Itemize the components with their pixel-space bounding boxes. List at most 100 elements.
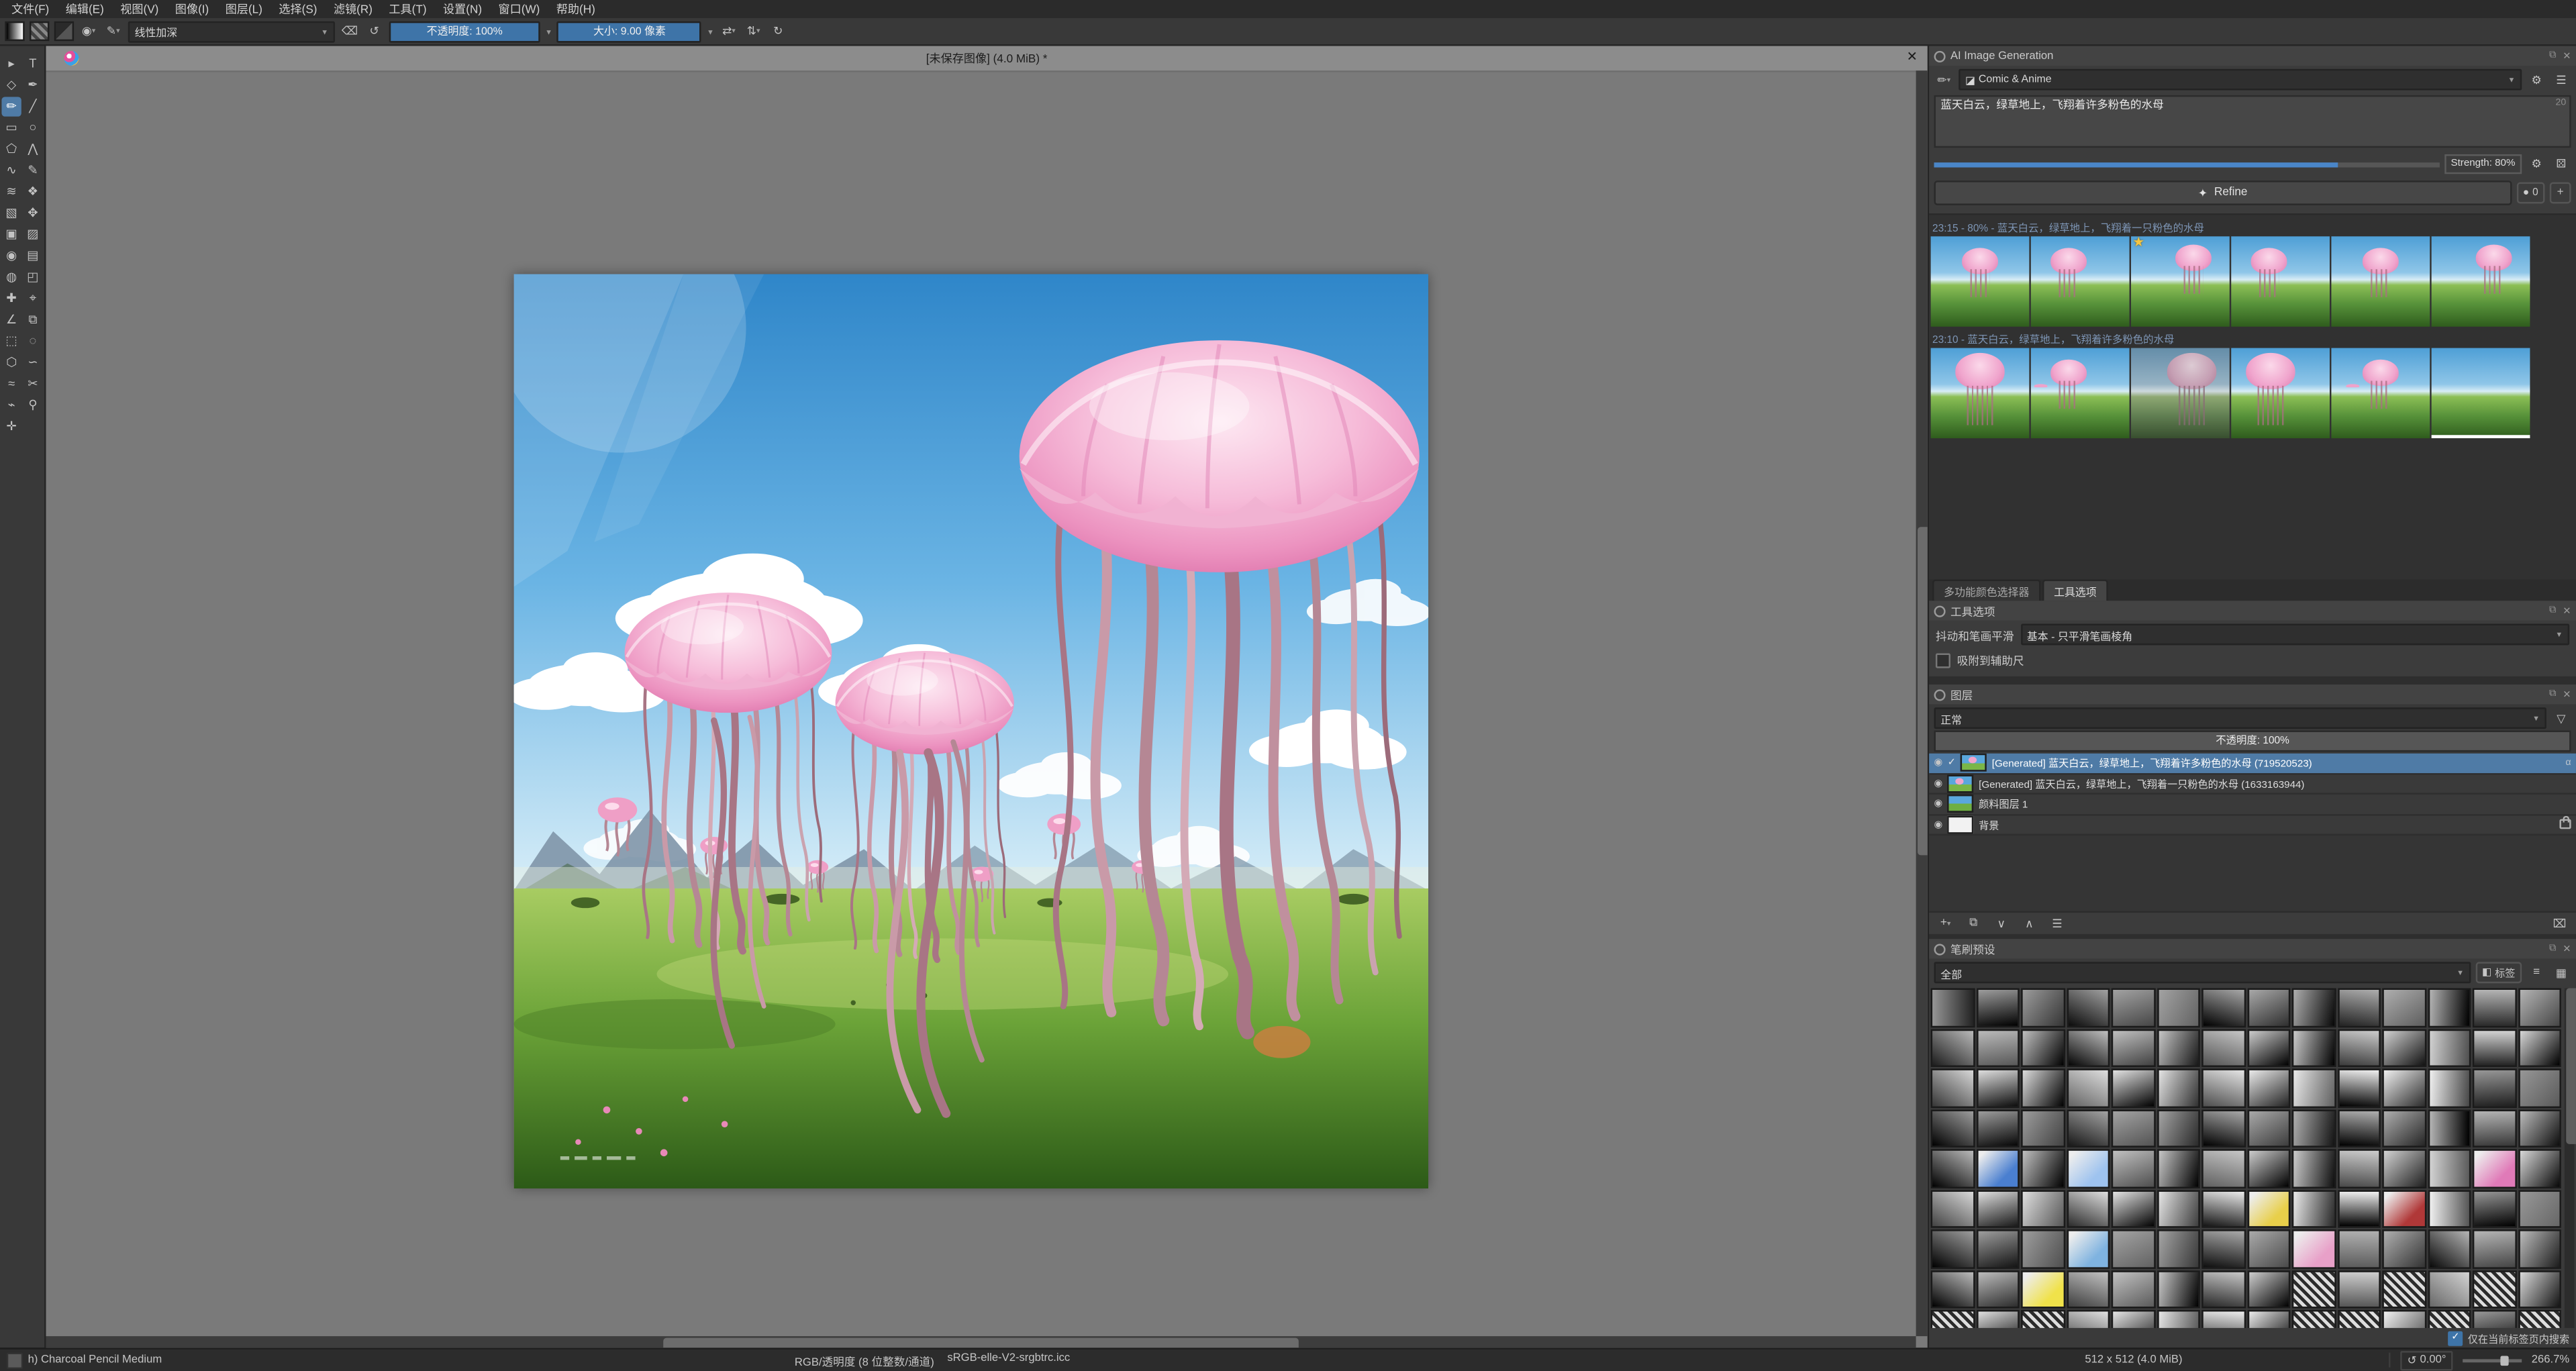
- brush-preset-thumbnail[interactable]: [2337, 1270, 2381, 1309]
- brush-preset-thumbnail[interactable]: [2472, 1270, 2516, 1309]
- brush-preset-thumbnail[interactable]: [2246, 1149, 2291, 1188]
- brush-preset-thumbnail[interactable]: [2427, 1270, 2471, 1309]
- reference-images-tool-icon[interactable]: ⧉: [23, 310, 42, 329]
- brush-preset-thumbnail[interactable]: [2111, 988, 2155, 1027]
- calligraphy-tool-icon[interactable]: ✒: [23, 76, 42, 95]
- history-thumbnail[interactable]: [2231, 236, 2330, 327]
- brush-preset-thumbnail[interactable]: [2246, 1109, 2291, 1148]
- transform-tool-icon[interactable]: ▧: [1, 203, 21, 223]
- visibility-eye-icon[interactable]: ◉: [1934, 778, 1943, 789]
- brush-editor-icon[interactable]: ✎ ▾: [103, 22, 123, 40]
- history-thumbnail[interactable]: [1930, 236, 2030, 327]
- brush-preset-thumbnail[interactable]: [2427, 1189, 2471, 1228]
- brush-size-slider[interactable]: 大小: 9.00 像素: [557, 20, 702, 42]
- text-tool-icon[interactable]: T: [23, 54, 42, 74]
- brush-preset-thumbnail[interactable]: [2382, 988, 2426, 1027]
- close-icon[interactable]: ✕: [1907, 49, 1918, 64]
- mirror-horizontal-icon[interactable]: ⇄ ▾: [719, 22, 738, 40]
- docker-tab-color-selector[interactable]: 多功能颜色选择器: [1932, 579, 2041, 601]
- add-layer-button[interactable]: + ▾: [1936, 914, 1955, 932]
- brush-preset-thumbnail[interactable]: [2518, 1068, 2561, 1107]
- ai-docker-header[interactable]: AI Image Generation ⧉ ✕: [1929, 46, 2576, 66]
- brush-preset-thumbnail[interactable]: [2021, 1270, 2065, 1309]
- brush-preset-thumbnail[interactable]: [2337, 1068, 2381, 1107]
- brush-preset-thumbnail[interactable]: [2472, 1229, 2516, 1268]
- bezier-selection-tool-icon[interactable]: ✂: [23, 374, 42, 394]
- brush-preset-thumbnail[interactable]: [2021, 988, 2065, 1027]
- history-thumbnail[interactable]: [2030, 236, 2130, 327]
- canvas-area[interactable]: [未保存图像] (4.0 MiB) * ✕: [46, 46, 1928, 1348]
- brush-preset-thumbnail[interactable]: [2291, 1028, 2336, 1067]
- brush-preset-thumbnail[interactable]: [2337, 1109, 2381, 1148]
- brush-preset-thumbnail[interactable]: [2382, 1270, 2426, 1309]
- brush-preset-thumbnail[interactable]: [2201, 1068, 2246, 1107]
- menu-item-edit[interactable]: 编辑(E): [57, 1, 112, 17]
- smart-patch-tool-icon[interactable]: ✚: [1, 289, 21, 309]
- color-sampler-tool-icon[interactable]: ◉: [1, 246, 21, 266]
- layer-filter-funnel-icon[interactable]: ▽: [2551, 709, 2571, 727]
- polyline-tool-icon[interactable]: ⋀: [23, 140, 42, 159]
- gradient-chooser-icon[interactable]: [5, 21, 25, 42]
- brush-preset-thumbnail[interactable]: [2111, 1229, 2155, 1268]
- menu-item-image[interactable]: 图像(I): [167, 1, 217, 17]
- history-thumbnail[interactable]: [1930, 348, 2030, 439]
- line-tool-icon[interactable]: ╱: [23, 97, 42, 116]
- brush-preset-thumbnail[interactable]: [2427, 1309, 2471, 1328]
- float-docker-icon[interactable]: ⧉: [2549, 50, 2557, 62]
- strength-slider[interactable]: [1934, 161, 2440, 167]
- history-thumbnail[interactable]: [2431, 236, 2530, 327]
- bezier-curve-tool-icon[interactable]: ∿: [1, 161, 21, 181]
- move-layer-up-button[interactable]: ∧: [2020, 914, 2039, 932]
- tool-options-header[interactable]: 工具选项 ⧉ ✕: [1929, 601, 2576, 621]
- brush-preset-thumbnail[interactable]: [2427, 1109, 2471, 1148]
- list-view-icon[interactable]: ≡: [2527, 964, 2546, 982]
- brush-preset-thumbnail[interactable]: [2472, 1149, 2516, 1188]
- brush-preset-thumbnail[interactable]: [2021, 1149, 2065, 1188]
- elliptical-selection-tool-icon[interactable]: ◌: [23, 332, 42, 351]
- canvas-horizontal-scrollbar[interactable]: [46, 1336, 1916, 1348]
- brush-preset-thumbnail[interactable]: [2337, 1149, 2381, 1188]
- brush-preset-thumbnail[interactable]: [2472, 1028, 2516, 1067]
- brush-preset-thumbnail[interactable]: [1930, 1270, 1975, 1309]
- brush-preset-thumbnail[interactable]: [2337, 1229, 2381, 1268]
- brush-preset-thumbnail[interactable]: [2518, 1149, 2561, 1188]
- brush-preset-thumbnail[interactable]: [1975, 1229, 2020, 1268]
- canvas-image[interactable]: [513, 274, 1429, 1188]
- move-tool-icon[interactable]: ✥: [23, 203, 42, 223]
- layer-row-generated-many[interactable]: ◉ ✓ [Generated] 蓝天白云，绿草地上，飞翔着许多粉色的水母 (7195…: [1929, 753, 2576, 774]
- move-layer-down-button[interactable]: ∨: [1991, 914, 2011, 932]
- brush-preset-chooser-icon[interactable]: ◉ ▾: [79, 22, 98, 40]
- brush-preset-thumbnail[interactable]: [2021, 1189, 2065, 1228]
- close-icon[interactable]: ✕: [2563, 943, 2571, 955]
- multibrush-tool-icon[interactable]: ❖: [23, 183, 42, 202]
- close-icon[interactable]: ✕: [2563, 689, 2571, 701]
- brush-preset-thumbnail[interactable]: [2201, 988, 2246, 1027]
- menu-item-file[interactable]: 文件(F): [3, 1, 58, 17]
- brush-preset-thumbnail[interactable]: [2382, 1229, 2426, 1268]
- docker-tab-tool-options[interactable]: 工具选项: [2042, 579, 2108, 601]
- freehand-brush-tool-icon[interactable]: ✏: [1, 97, 21, 117]
- brush-preset-thumbnail[interactable]: [2337, 988, 2381, 1027]
- brush-preset-thumbnail[interactable]: [2291, 1270, 2336, 1309]
- history-thumbnail[interactable]: ★: [2131, 236, 2230, 327]
- brush-preset-thumbnail[interactable]: [2518, 1270, 2561, 1309]
- brush-preset-thumbnail[interactable]: [2427, 1028, 2471, 1067]
- brush-preset-thumbnail[interactable]: [2382, 1028, 2426, 1067]
- brush-preset-thumbnail[interactable]: [2201, 1028, 2246, 1067]
- layer-row-paint-layer-1[interactable]: ◉ 颜料图层 1: [1929, 794, 2576, 815]
- layer-row-generated-one[interactable]: ◉ [Generated] 蓝天白云，绿草地上，飞翔着一只粉色的水母 (16331…: [1929, 774, 2576, 795]
- queue-count-badge[interactable]: ● 0: [2516, 182, 2545, 204]
- brush-preset-thumbnail[interactable]: [2066, 1149, 2110, 1188]
- reload-preset-icon[interactable]: ↺: [364, 22, 384, 40]
- history-thumbnail[interactable]: [2331, 236, 2430, 327]
- brush-preset-thumbnail[interactable]: [2156, 1189, 2200, 1228]
- alpha-lock-icon[interactable]: α: [2565, 758, 2571, 768]
- dynamic-brush-tool-icon[interactable]: ≋: [1, 183, 21, 202]
- brush-preset-thumbnail[interactable]: [2156, 1068, 2200, 1107]
- brush-preset-thumbnail[interactable]: [2246, 1309, 2291, 1328]
- brush-preset-thumbnail[interactable]: [2427, 1068, 2471, 1107]
- brush-preset-thumbnail[interactable]: [1930, 1028, 1975, 1067]
- enclose-fill-tool-icon[interactable]: ◰: [23, 268, 42, 287]
- brush-preset-thumbnail[interactable]: [2156, 1309, 2200, 1328]
- gear-icon[interactable]: ⚙: [2527, 70, 2546, 89]
